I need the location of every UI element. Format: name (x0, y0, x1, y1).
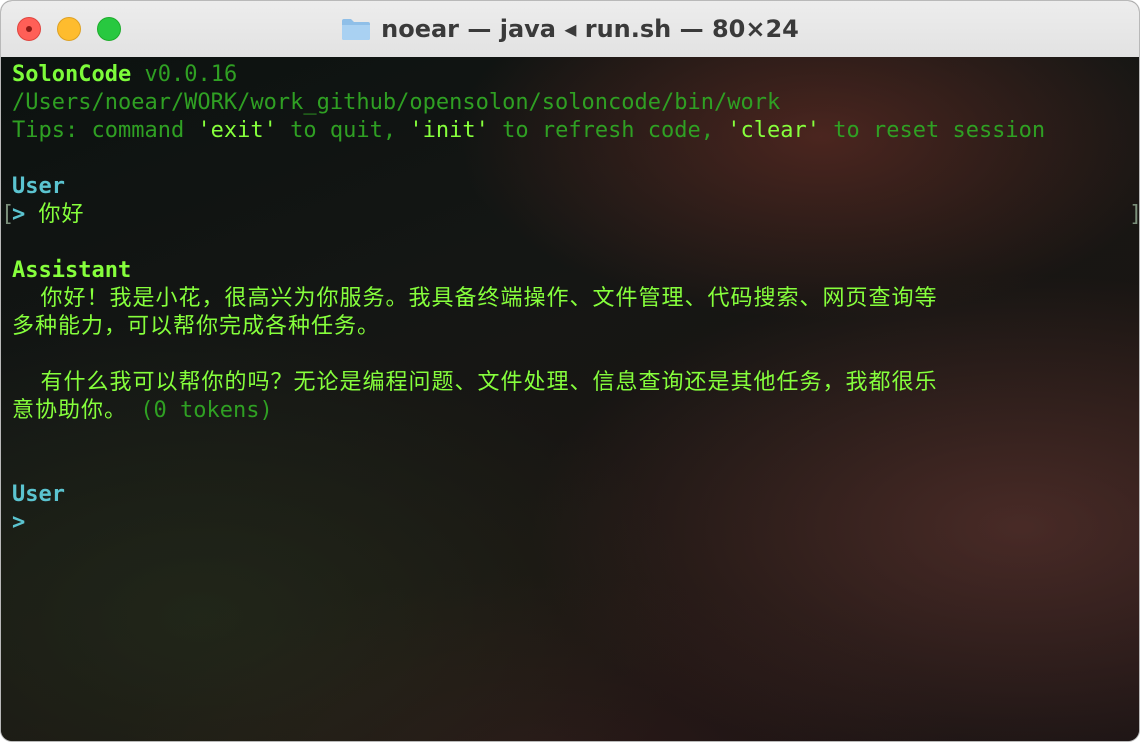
tips-suffix: to reset session (820, 118, 1046, 143)
window-title-group: noear — java ◂ run.sh — 80×24 (1, 1, 1139, 57)
assistant-response-line-4: 意协助你。 (0 tokens) (12, 397, 273, 425)
input-bracket-right: ] (1129, 201, 1139, 229)
title-bar: noear — java ◂ run.sh — 80×24 (1, 1, 1139, 58)
prompt-symbol: > (12, 202, 26, 227)
tips-cmd-clear: 'clear' (727, 118, 820, 143)
assistant-response-line-1: 你好！我是小花，很高兴为你服务。我具备终端操作、文件管理、代码搜索、网页查询等 (12, 286, 938, 311)
token-count: (0 tokens) (127, 398, 273, 423)
assistant-response-line-3: 有什么我可以帮你的吗？无论是编程问题、文件处理、信息查询还是其他任务，我都很乐 (12, 370, 938, 395)
user-message-text: 你好 (38, 202, 85, 227)
working-directory: /Users/noear/WORK/work_github/opensolon/… (12, 90, 781, 115)
app-version: v0.0.16 (144, 62, 238, 87)
tips-prefix: Tips: command (12, 118, 198, 143)
assistant-response-line-2: 多种能力，可以帮你完成各种任务。 (12, 314, 381, 339)
tips-cmd-init: 'init' (409, 118, 489, 143)
folder-icon (341, 17, 371, 41)
app-name: SolonCode (12, 62, 132, 87)
tips-line: Tips: command 'exit' to quit, 'init' to … (12, 117, 1045, 145)
assistant-response-tail: 意协助你。 (12, 398, 128, 423)
assistant-role-label: Assistant (12, 258, 132, 283)
tips-mid-1: to quit, (276, 118, 410, 143)
terminal-window: noear — java ◂ run.sh — 80×24 SolonCode … (0, 0, 1140, 742)
banner-line: SolonCode v0.0.16 (12, 61, 237, 89)
window-title: noear — java ◂ run.sh — 80×24 (381, 15, 799, 43)
user-message-line: > 你好 (12, 201, 85, 229)
tips-cmd-exit: 'exit' (197, 118, 277, 143)
user-role-label-2: User (12, 482, 65, 507)
terminal-content[interactable]: SolonCode v0.0.16 /Users/noear/WORK/work… (1, 57, 1139, 741)
input-prompt-line[interactable]: > (12, 509, 25, 537)
prompt-symbol-2: > (12, 510, 26, 535)
user-role-label: User (12, 174, 65, 199)
tips-mid-2: to refresh code, (488, 118, 728, 143)
